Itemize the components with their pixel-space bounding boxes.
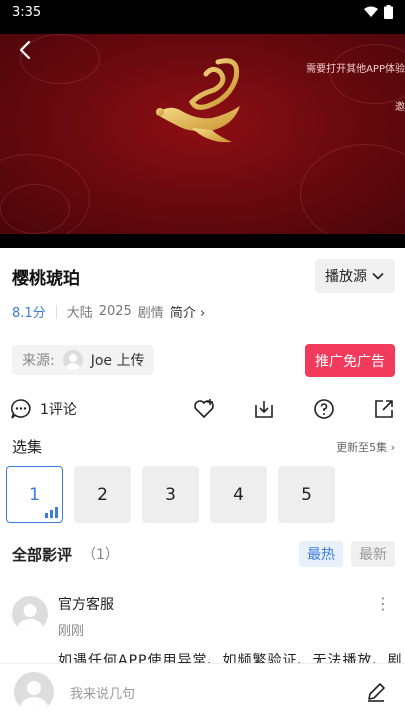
episode-button[interactable]: 3: [142, 466, 199, 523]
commenter-name: 官方客服: [58, 597, 114, 613]
favorite-add-icon[interactable]: [193, 398, 215, 420]
battery-icon: [384, 5, 393, 19]
playing-bars-icon: [45, 507, 58, 518]
comment-icon: [11, 399, 31, 419]
sort-hot-tab[interactable]: 最热: [299, 541, 343, 567]
episode-button[interactable]: 5: [278, 466, 335, 523]
phoenix-logo: [156, 58, 240, 143]
chevron-down-icon: [372, 272, 384, 280]
uploader-source[interactable]: 来源: Joe 上传: [12, 345, 155, 375]
share-icon[interactable]: [373, 398, 395, 420]
title-row: 樱桃琥珀 播放源: [12, 258, 395, 294]
source-label: 来源:: [22, 353, 55, 369]
action-bar: 1评论: [10, 396, 395, 422]
comment-input[interactable]: 我来说几句: [70, 683, 365, 702]
comment-action[interactable]: 1评论: [10, 398, 193, 420]
genre: 剧情: [137, 306, 164, 321]
my-avatar: [14, 672, 54, 712]
player-notice: 需要打开其他APP体验: [306, 64, 405, 75]
player-notice-2: 邀: [395, 102, 405, 113]
meta-row: 8.1分 大陆 2025 剧情 简介 ›: [12, 302, 205, 321]
score: 8.1分: [12, 306, 46, 321]
comments-count: （1）: [82, 547, 119, 563]
edit-pen-icon[interactable]: [365, 681, 387, 703]
source-button[interactable]: 播放源: [315, 259, 395, 293]
episodes-update-link[interactable]: 更新至5集 ›: [336, 439, 395, 455]
more-options-icon[interactable]: ⋮: [375, 594, 391, 613]
region: 大陆: [66, 306, 93, 321]
episode-button[interactable]: 1: [6, 466, 63, 523]
chevron-right-icon: ›: [199, 306, 206, 321]
episodes-title: 选集: [12, 438, 43, 456]
download-icon[interactable]: [253, 398, 275, 420]
episodes-header: 选集 更新至5集 ›: [12, 436, 395, 457]
comment-time: 刚刚: [58, 624, 85, 639]
video-frame[interactable]: 需要打开其他APP体验 邀: [0, 34, 405, 234]
comment-count: 1评论: [40, 402, 77, 418]
commenter-avatar[interactable]: [12, 596, 48, 632]
video-player[interactable]: 需要打开其他APP体验 邀: [0, 24, 405, 248]
comment-input-bar: 我来说几句: [0, 663, 405, 720]
intro-link[interactable]: 简介 ›: [170, 302, 205, 321]
remove-ads-button[interactable]: 推广免广告: [305, 344, 395, 377]
chevron-right-icon: ›: [390, 440, 395, 454]
sort-new-tab[interactable]: 最新: [351, 541, 395, 567]
comments-header: 全部影评 （1） 最热 最新: [12, 540, 395, 568]
source-button-label: 播放源: [325, 269, 367, 285]
drama-title: 樱桃琥珀: [12, 268, 80, 289]
help-icon[interactable]: [313, 398, 335, 420]
uploader-name: Joe 上传: [90, 353, 145, 369]
episode-list: 1 2 3 4 5: [6, 466, 335, 523]
year: 2025: [98, 304, 132, 319]
status-time: 3:35: [12, 4, 42, 20]
episode-button[interactable]: 4: [210, 466, 267, 523]
uploader-avatar: [62, 350, 83, 370]
wifi-icon: [364, 6, 378, 17]
episode-button[interactable]: 2: [74, 466, 131, 523]
comments-title: 全部影评: [12, 545, 73, 564]
status-bar: 3:35: [0, 0, 405, 24]
back-arrow-icon[interactable]: [14, 38, 38, 62]
